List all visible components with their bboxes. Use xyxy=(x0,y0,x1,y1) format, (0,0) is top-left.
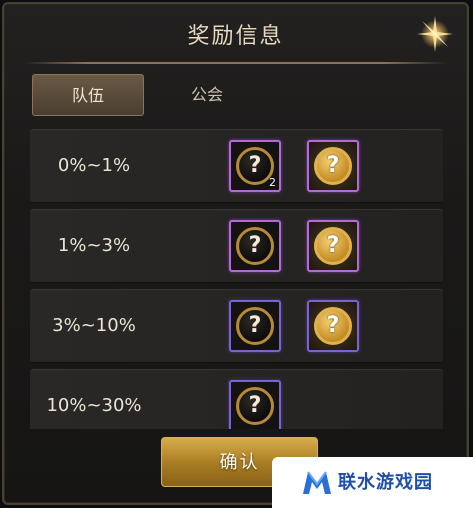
reward-row: 10%~30% ? xyxy=(30,369,443,429)
gold-mystery-box-item[interactable]: ? xyxy=(307,300,359,352)
mystery-box-item[interactable]: ? 2 xyxy=(229,140,281,192)
mystery-box-icon: ? xyxy=(236,227,274,265)
reward-row: 1%~3% ? ? xyxy=(30,209,443,283)
reward-info-dialog: 奖励信息 队伍 公会 0%~1% ? 2 ? 1%~3% ? ? 3%~10% … xyxy=(2,2,469,505)
gold-mystery-box-item[interactable]: ? xyxy=(307,220,359,272)
reward-row: 0%~1% ? 2 ? xyxy=(30,129,443,203)
close-star-icon[interactable] xyxy=(413,12,457,56)
watermark-text: 联水游戏园 xyxy=(338,472,433,493)
title-divider xyxy=(24,62,447,64)
mystery-box-item[interactable]: ? xyxy=(229,220,281,272)
tab-guild[interactable]: 公会 xyxy=(152,74,262,116)
m-logo-icon xyxy=(303,471,331,494)
rank-range-label: 3%~10% xyxy=(52,315,136,336)
gold-mystery-box-icon: ? xyxy=(314,147,352,185)
tab-team[interactable]: 队伍 xyxy=(32,74,144,116)
gold-mystery-box-icon: ? xyxy=(314,307,352,345)
rank-range-label: 10%~30% xyxy=(46,395,142,416)
rank-range-label: 0%~1% xyxy=(57,155,131,176)
gold-mystery-box-item[interactable]: ? xyxy=(307,140,359,192)
dialog-title: 奖励信息 xyxy=(187,24,284,49)
rank-range-label: 1%~3% xyxy=(57,235,131,256)
item-quantity: 2 xyxy=(269,176,276,189)
mystery-box-icon: ? xyxy=(236,387,274,425)
reward-list[interactable]: 0%~1% ? 2 ? 1%~3% ? ? 3%~10% ? ? 10%~30%… xyxy=(30,129,443,429)
mystery-box-item[interactable]: ? xyxy=(229,300,281,352)
reward-row: 3%~10% ? ? xyxy=(30,289,443,363)
watermark: 联水游戏园 xyxy=(272,457,473,508)
gold-mystery-box-icon: ? xyxy=(314,227,352,265)
mystery-box-item[interactable]: ? xyxy=(229,380,281,429)
mystery-box-icon: ? xyxy=(236,307,274,345)
